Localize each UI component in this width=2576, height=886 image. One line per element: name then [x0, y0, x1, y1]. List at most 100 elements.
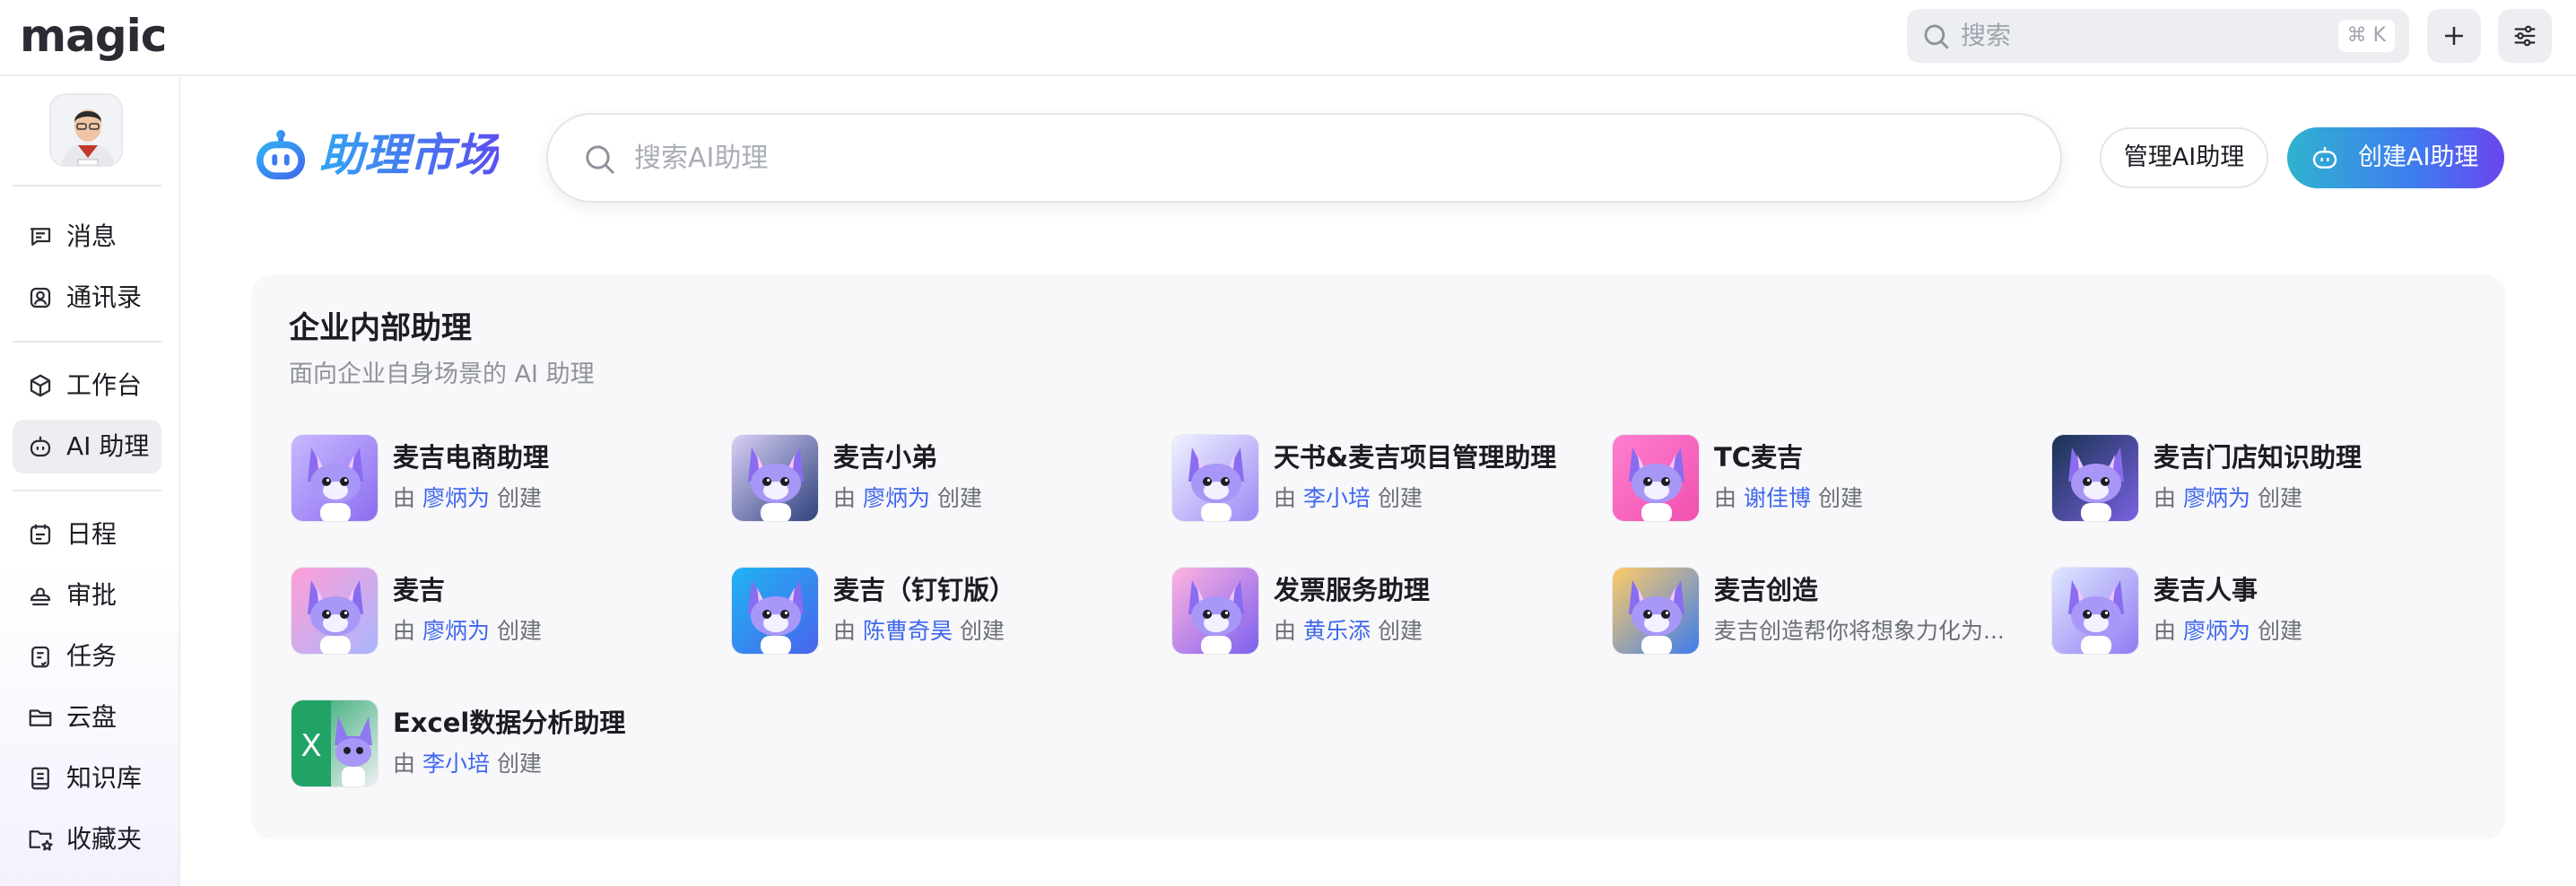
sidebar-item-ai-assistant[interactable]: AI 助理 [13, 420, 161, 473]
user-avatar[interactable] [49, 93, 123, 167]
sidebar-item-label: 收藏夹 [66, 824, 143, 854]
creator-prefix: 由 [833, 618, 857, 644]
sidebar-item-label: 审批 [66, 580, 117, 610]
assistant-avatar [2051, 434, 2139, 522]
global-search-input[interactable]: 搜索 ⌘ K [1907, 9, 2409, 63]
app-logo[interactable]: magic [20, 7, 167, 65]
sidebar-item-calendar[interactable]: 日程 [13, 508, 161, 561]
creator-suffix: 创建 [496, 751, 542, 777]
creator-name-link[interactable]: 廖炳为 [422, 485, 490, 511]
assistant-description: 麦吉创造帮你将想象力化为... [1714, 618, 2005, 644]
sidebar-item-label: AI 助理 [66, 431, 150, 461]
assistant-creator-line: 由 廖炳为 创建 [2154, 482, 2302, 515]
fox-mascot-icon: X [292, 700, 378, 786]
add-button[interactable] [2427, 9, 2481, 63]
contacts-icon [30, 287, 51, 308]
assistant-name: Excel数据分析助理 [393, 708, 626, 738]
creator-name-link[interactable]: 谢佳博 [1744, 485, 1811, 511]
creator-name-link[interactable]: 廖炳为 [863, 485, 930, 511]
fox-mascot-icon [1613, 568, 1699, 654]
sidebar-item-approval[interactable]: 审批 [13, 569, 161, 622]
create-assistant-button[interactable]: 创建AI助理 [2287, 127, 2504, 188]
creator-prefix: 由 [1274, 485, 1297, 511]
assistant-avatar: X [291, 699, 379, 787]
fox-mascot-icon [292, 435, 378, 521]
assistant-card[interactable]: 麦吉（钉钉版） 由 陈曹奇昊 创建 [724, 561, 1154, 660]
assistant-creator-line: 由 廖炳为 创建 [393, 615, 542, 647]
sidebar-item-tasks[interactable]: 任务 [13, 630, 161, 683]
assistant-card[interactable]: X Excel数据分析助理由 李小培 创建 [283, 694, 714, 793]
search-icon [1924, 24, 1949, 49]
search-icon [586, 145, 615, 175]
sidebar-item-knowledge-base[interactable]: 知识库 [13, 751, 161, 805]
assistant-search-input[interactable] [634, 133, 2015, 183]
creator-name-link[interactable]: 陈曹奇昊 [863, 618, 953, 644]
creator-name-link[interactable]: 李小培 [1303, 485, 1371, 511]
sidebar-item-label: 日程 [66, 519, 117, 549]
assistant-creator-line: 由 廖炳为 创建 [833, 482, 982, 515]
assistant-creator-line: 由 李小培 创建 [393, 748, 542, 780]
assistant-avatar [731, 434, 819, 522]
assistant-avatar [291, 567, 379, 655]
assistant-card[interactable]: 麦吉电商助理由 廖炳为 创建 [283, 429, 714, 527]
sidebar-item-workbench[interactable]: 工作台 [13, 359, 161, 413]
assistant-card[interactable]: TC麦吉由 谢佳博 创建 [1605, 429, 2035, 527]
creator-name-link[interactable]: 黄乐添 [1303, 618, 1371, 644]
sidebar-item-messages[interactable]: 消息 [13, 210, 161, 264]
assistant-creator-line: 由 李小培 创建 [1274, 482, 1423, 515]
assistant-name: 麦吉（钉钉版） [833, 575, 1016, 605]
assistant-card[interactable]: 麦吉小弟由 廖炳为 创建 [724, 429, 1154, 527]
assistant-search-box[interactable] [546, 113, 2062, 203]
creator-name-link[interactable]: 廖炳为 [422, 618, 490, 644]
plus-icon [2445, 27, 2463, 45]
creator-prefix: 由 [833, 485, 857, 511]
creator-name-link[interactable]: 廖炳为 [2183, 618, 2250, 644]
robot-icon [2312, 147, 2337, 169]
fox-mascot-icon [1172, 568, 1258, 654]
assistant-creator-line: 由 廖炳为 创建 [2154, 615, 2302, 647]
manage-assistants-button[interactable]: 管理AI助理 [2100, 127, 2268, 188]
sliders-icon [2514, 25, 2536, 47]
creator-prefix: 由 [2154, 485, 2177, 511]
settings-button[interactable] [2498, 9, 2552, 63]
creator-suffix: 创建 [496, 485, 542, 511]
creator-suffix: 创建 [1817, 485, 1863, 511]
fox-mascot-icon [732, 435, 818, 521]
sidebar-item-favorites[interactable]: 收藏夹 [13, 812, 161, 866]
sidebar-divider [13, 341, 161, 343]
assistant-name: TC麦吉 [1714, 442, 1804, 473]
search-shortcut-badge: ⌘ K [2337, 20, 2395, 52]
stamp-icon [30, 587, 51, 606]
creator-name-link[interactable]: 李小培 [422, 751, 490, 777]
creator-prefix: 由 [1714, 485, 1737, 511]
assistant-creator-line: 由 廖炳为 创建 [393, 482, 542, 515]
sidebar-divider [13, 490, 161, 491]
fox-mascot-icon [732, 568, 818, 654]
page-title: 助理市场 [319, 126, 499, 185]
assistant-creator-line: 由 谢佳博 创建 [1714, 482, 1863, 515]
assistant-avatar [1171, 567, 1259, 655]
assistant-avatar [291, 434, 379, 522]
assistant-card[interactable]: 发票服务助理由 黄乐添 创建 [1164, 561, 1595, 660]
internal-assistants-section: 企业内部助理 面向企业自身场景的 AI 助理 麦吉电商助理由 廖炳为 创建 麦吉小… [251, 274, 2505, 839]
assistant-card[interactable]: 麦吉人事由 廖炳为 创建 [2044, 561, 2475, 660]
assistant-card[interactable]: 麦吉创造 麦吉创造帮你将想象力化为... [1605, 561, 2035, 660]
sidebar-item-contacts[interactable]: 通讯录 [13, 271, 161, 325]
assistant-card[interactable]: 麦吉由 廖炳为 创建 [283, 561, 714, 660]
sidebar-item-label: 任务 [66, 641, 117, 671]
assistant-avatar [731, 567, 819, 655]
sidebar-item-cloud-drive[interactable]: 云盘 [13, 691, 161, 744]
creator-prefix: 由 [1274, 618, 1297, 644]
sidebar-item-label: 知识库 [66, 763, 143, 793]
assistant-name: 麦吉人事 [2154, 575, 2258, 605]
assistant-avatar [1612, 434, 1700, 522]
creator-name-link[interactable]: 廖炳为 [2183, 485, 2250, 511]
assistant-name: 麦吉电商助理 [393, 442, 550, 473]
creator-suffix: 创建 [2257, 618, 2302, 644]
creator-suffix: 创建 [2257, 485, 2302, 511]
assistant-card[interactable]: 麦吉门店知识助理由 廖炳为 创建 [2044, 429, 2475, 527]
fox-mascot-icon [1172, 435, 1258, 521]
assistant-card[interactable]: 天书&麦吉项目管理助理由 李小培 创建 [1164, 429, 1595, 527]
sidebar-item-label: 云盘 [66, 702, 117, 732]
creator-prefix: 由 [393, 485, 416, 511]
